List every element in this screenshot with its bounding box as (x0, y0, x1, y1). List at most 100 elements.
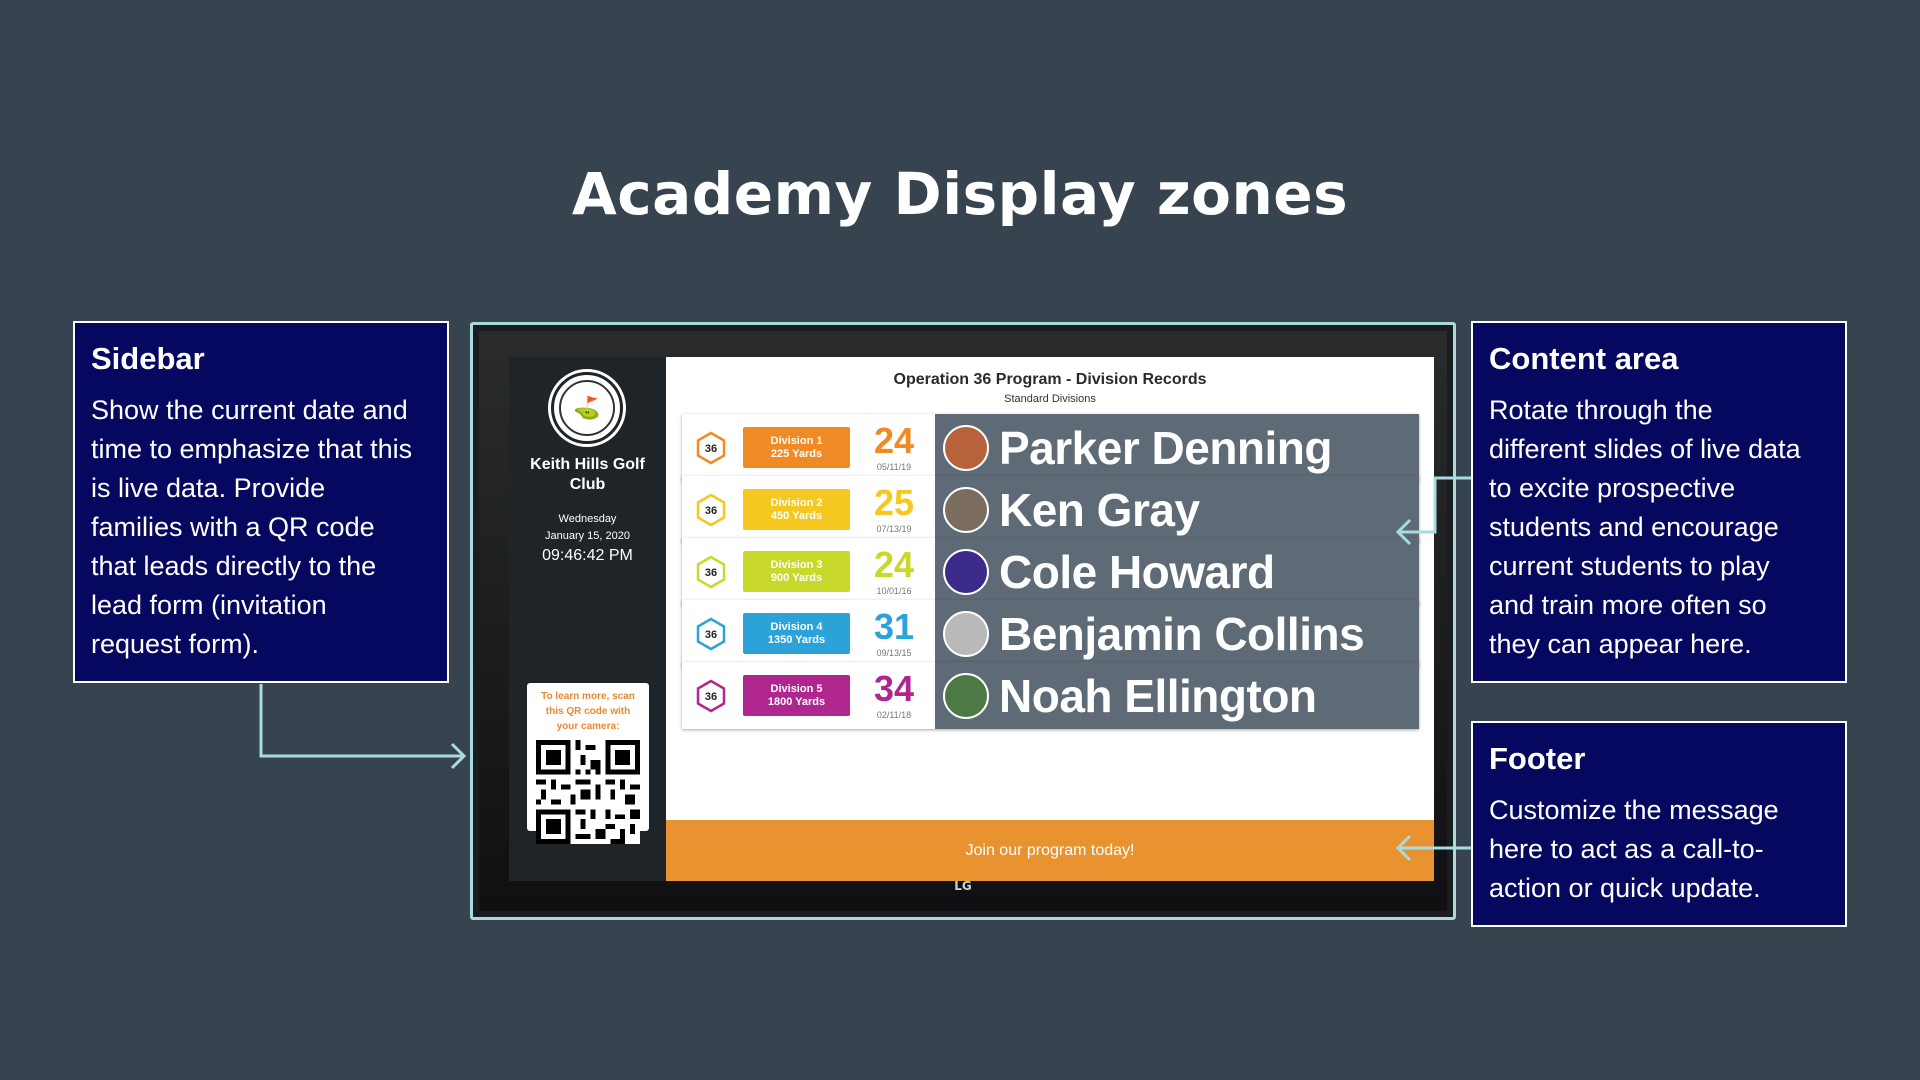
record-date: 10/01/16 (876, 586, 912, 596)
record-row: 36 Division 2 450 Yards 25 07/13/19 Ken G… (682, 476, 1419, 543)
content-callout-text: Rotate through the different slides of l… (1489, 391, 1829, 664)
record-date: 07/13/19 (876, 524, 912, 534)
record-date: 02/11/18 (876, 710, 912, 720)
display-content-area: Operation 36 Program - Division Records … (666, 357, 1434, 820)
division-yards: 1350 Yards (767, 633, 826, 646)
sidebar-callout-heading: Sidebar (91, 341, 205, 376)
content-callout-heading: Content area (1489, 341, 1679, 376)
player-name-box: Noah Ellington (935, 662, 1419, 729)
division-name: Division 2 (770, 496, 823, 509)
record-row: 36 Division 1 225 Yards 24 05/11/19 Parke… (682, 414, 1419, 481)
player-name-box: Cole Howard (935, 538, 1419, 605)
current-day: Wednesday (558, 513, 617, 525)
division-name: Division 4 (770, 620, 823, 633)
tv-display: ⛳ Keith Hills Golf Club Wednesday Januar… (470, 322, 1456, 920)
content-title: Operation 36 Program - Division Records (893, 371, 1207, 388)
display-sidebar: ⛳ Keith Hills Golf Club Wednesday Januar… (509, 357, 666, 881)
badge-number: 36 (705, 629, 717, 641)
record-score: 25 (873, 482, 915, 523)
content-callout-line: to excite prospective (1489, 473, 1736, 503)
player-name: Benjamin Collins (999, 607, 1365, 660)
tv-bezel: ⛳ Keith Hills Golf Club Wednesday Januar… (479, 331, 1447, 911)
club-name: Keith Hills Golf Club (530, 456, 645, 493)
avatar (943, 548, 989, 595)
club-crest-icon: ⛳ (559, 380, 615, 436)
tv-screen: ⛳ Keith Hills Golf Club Wednesday Januar… (509, 357, 1434, 881)
content-callout-line: students and encourage (1489, 512, 1779, 542)
division-yards: 225 Yards (770, 447, 823, 460)
record-row: 36 Division 3 900 Yards 24 10/01/16 Cole … (682, 538, 1419, 605)
player-name-box: Ken Gray (935, 476, 1419, 543)
op36-badge-icon: 36 (696, 679, 726, 713)
sidebar-callout-line: that leads directly to the (91, 551, 377, 581)
footer-callout: Footer Customize the message here to act… (1471, 721, 1847, 927)
content-callout-line: current students to play (1489, 551, 1770, 581)
sidebar-callout-text: Show the current date and time to emphas… (91, 391, 431, 664)
op36-badge-icon: 36 (696, 493, 726, 527)
record-score: 34 (873, 668, 915, 709)
sidebar-callout-line: lead form (invitation (91, 590, 327, 620)
op36-badge-icon: 36 (696, 431, 726, 465)
content-callout-line: and train more often so (1489, 590, 1767, 620)
op36-badge-icon: 36 (696, 617, 726, 651)
footer-callout-heading: Footer (1489, 741, 1586, 776)
footer-callout-text: Customize the message here to act as a c… (1489, 791, 1829, 908)
player-name: Noah Ellington (999, 669, 1317, 722)
footer-callout-line: here to act as a call-to- (1489, 834, 1764, 864)
player-name: Cole Howard (999, 545, 1275, 598)
division-name: Division 3 (770, 558, 823, 571)
footer-callout-line: action or quick update. (1489, 873, 1761, 903)
avatar (943, 424, 989, 471)
content-callout-line: different slides of live data (1489, 434, 1801, 464)
footer-callout-line: Customize the message (1489, 795, 1779, 825)
current-date: January 15, 2020 (544, 530, 630, 542)
op36-badge-icon: 36 (696, 555, 726, 589)
content-callout-line: they can appear here. (1489, 629, 1752, 659)
sidebar-callout-line: families with a QR code (91, 512, 375, 542)
tv-brand-logo: LG (954, 879, 972, 893)
badge-number: 36 (705, 505, 717, 517)
current-time: 09:46:42 PM (542, 547, 633, 564)
division-label: Division 5 1800 Yards (743, 675, 850, 716)
avatar (943, 486, 989, 533)
player-name: Ken Gray (999, 483, 1200, 536)
division-label: Division 1 225 Yards (743, 427, 850, 468)
player-name-box: Benjamin Collins (935, 600, 1419, 667)
sidebar-arrowhead-icon (450, 742, 467, 770)
division-yards: 1800 Yards (767, 695, 826, 708)
division-label: Division 3 900 Yards (743, 551, 850, 592)
division-label: Division 2 450 Yards (743, 489, 850, 530)
club-logo: ⛳ (551, 372, 623, 444)
record-row: 36 Division 4 1350 Yards 31 09/13/15 Benj… (682, 600, 1419, 667)
record-score: 31 (873, 606, 915, 647)
division-yards: 450 Yards (770, 509, 823, 522)
content-callout-line: Rotate through the (1489, 395, 1713, 425)
avatar (943, 672, 989, 719)
sidebar-connector-arrow (259, 684, 464, 758)
division-yards: 900 Yards (770, 571, 823, 584)
record-score: 24 (873, 420, 915, 461)
qr-code-icon[interactable] (536, 740, 640, 844)
content-subtitle: Standard Divisions (1004, 393, 1096, 405)
record-score: 24 (873, 544, 915, 585)
division-label: Division 4 1350 Yards (743, 613, 850, 654)
division-name: Division 5 (770, 682, 823, 695)
qr-instructions: To learn more, scan this QR code with yo… (541, 691, 635, 732)
badge-number: 36 (705, 567, 717, 579)
player-name: Parker Denning (999, 421, 1333, 474)
record-date: 05/11/19 (876, 462, 912, 472)
sidebar-callout-line: request form). (91, 629, 260, 659)
sidebar-callout-line: is live data. Provide (91, 473, 326, 503)
player-name-box: Parker Denning (935, 414, 1419, 481)
sidebar-callout-line: time to emphasize that this (91, 434, 413, 464)
record-row: 36 Division 5 1800 Yards 34 02/11/18 Noah… (682, 662, 1419, 729)
content-area-callout: Content area Rotate through the differen… (1471, 321, 1847, 683)
avatar (943, 610, 989, 657)
badge-number: 36 (705, 443, 717, 455)
sidebar-callout: Sidebar Show the current date and time t… (73, 321, 449, 683)
qr-card: To learn more, scan this QR code with yo… (527, 683, 649, 844)
display-footer: Join our program today! (666, 820, 1434, 881)
record-date: 09/13/15 (876, 648, 912, 658)
badge-number: 36 (705, 691, 717, 703)
division-name: Division 1 (770, 434, 823, 447)
